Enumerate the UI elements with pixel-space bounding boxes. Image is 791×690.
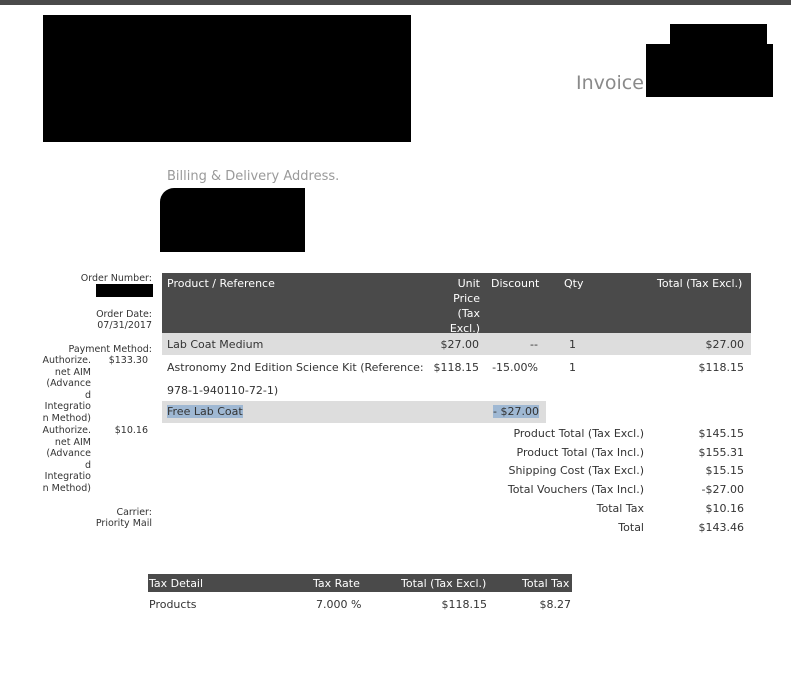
total-value: $10.16 — [705, 502, 745, 515]
voucher-name: Free Lab Coat — [167, 405, 243, 418]
order-date-value: 07/31/2017 — [97, 320, 152, 331]
total-value: $145.15 — [698, 427, 745, 440]
billing-address-label: Billing & Delivery Address. — [167, 169, 340, 184]
tax-table-header: Tax Detail Tax Rate Total (Tax Excl.) To… — [148, 574, 572, 592]
tax-header-total-tax: Total Tax — [522, 577, 570, 590]
total-value: $15.15 — [705, 464, 745, 477]
row2-total: $118.15 — [698, 361, 745, 374]
header-unit-price: Unit Price (Tax Excl.) — [449, 277, 480, 335]
row2-product-line2: 978-1-940110-72-1) — [167, 384, 279, 397]
tax-row-rate: 7.000 % — [316, 598, 362, 611]
payment-method-1: Authorize. net AIM (Advance d Integratio… — [42, 355, 91, 424]
top-bar — [0, 0, 791, 5]
order-date-label: Order Date: — [96, 309, 152, 320]
payment-amount-1: $133.30 — [108, 355, 148, 366]
tax-row-total-tax: $8.27 — [539, 598, 572, 611]
redacted-address — [160, 188, 305, 252]
tax-row-total-excl: $118.15 — [441, 598, 488, 611]
tax-header-detail: Tax Detail — [149, 577, 204, 590]
row2-qty: 1 — [569, 361, 576, 374]
row1-product: Lab Coat Medium — [167, 338, 264, 351]
row1-unit-price: $27.00 — [440, 338, 480, 351]
voucher-amount: - $27.00 — [493, 405, 539, 418]
total-value: $143.46 — [698, 521, 745, 534]
total-label: Total — [618, 521, 644, 534]
redacted-logo — [43, 15, 411, 142]
total-label: Total Vouchers (Tax Incl.) — [507, 483, 644, 496]
invoice-title: Invoice — [576, 72, 644, 94]
row1-total: $27.00 — [705, 338, 745, 351]
payment-method-label: Payment Method: — [68, 344, 152, 355]
row2-discount: -15.00% — [492, 361, 538, 374]
products-table-header: Product / Reference Unit Price (Tax Excl… — [162, 273, 751, 335]
tax-row-detail: Products — [149, 598, 197, 611]
payment-amount-2: $10.16 — [114, 425, 148, 436]
header-product: Product / Reference — [167, 277, 275, 290]
carrier-value: Priority Mail — [95, 518, 152, 529]
row1-qty: 1 — [569, 338, 576, 351]
tax-header-rate: Tax Rate — [313, 577, 360, 590]
total-label: Product Total (Tax Incl.) — [516, 446, 645, 459]
row1-discount: -- — [530, 338, 538, 351]
tax-header-total-excl: Total (Tax Excl.) — [401, 577, 487, 590]
order-number-label: Order Number: — [80, 273, 152, 284]
payment-method-2: Authorize. net AIM (Advance d Integratio… — [42, 425, 91, 494]
row2-product-line1: Astronomy 2nd Edition Science Kit (Refer… — [167, 361, 424, 374]
total-label: Shipping Cost (Tax Excl.) — [508, 464, 644, 477]
redacted-invoice-number — [646, 44, 773, 97]
total-label: Product Total (Tax Excl.) — [513, 427, 644, 440]
carrier-label: Carrier: — [116, 507, 152, 518]
redacted-order-number — [96, 284, 153, 297]
header-total: Total (Tax Excl.) — [657, 277, 743, 290]
total-value: -$27.00 — [701, 483, 744, 496]
header-qty: Qty — [564, 277, 584, 290]
total-value: $155.31 — [698, 446, 745, 459]
header-discount: Discount — [491, 277, 540, 290]
row2-unit-price: $118.15 — [433, 361, 480, 374]
total-label: Total Tax — [596, 502, 644, 515]
